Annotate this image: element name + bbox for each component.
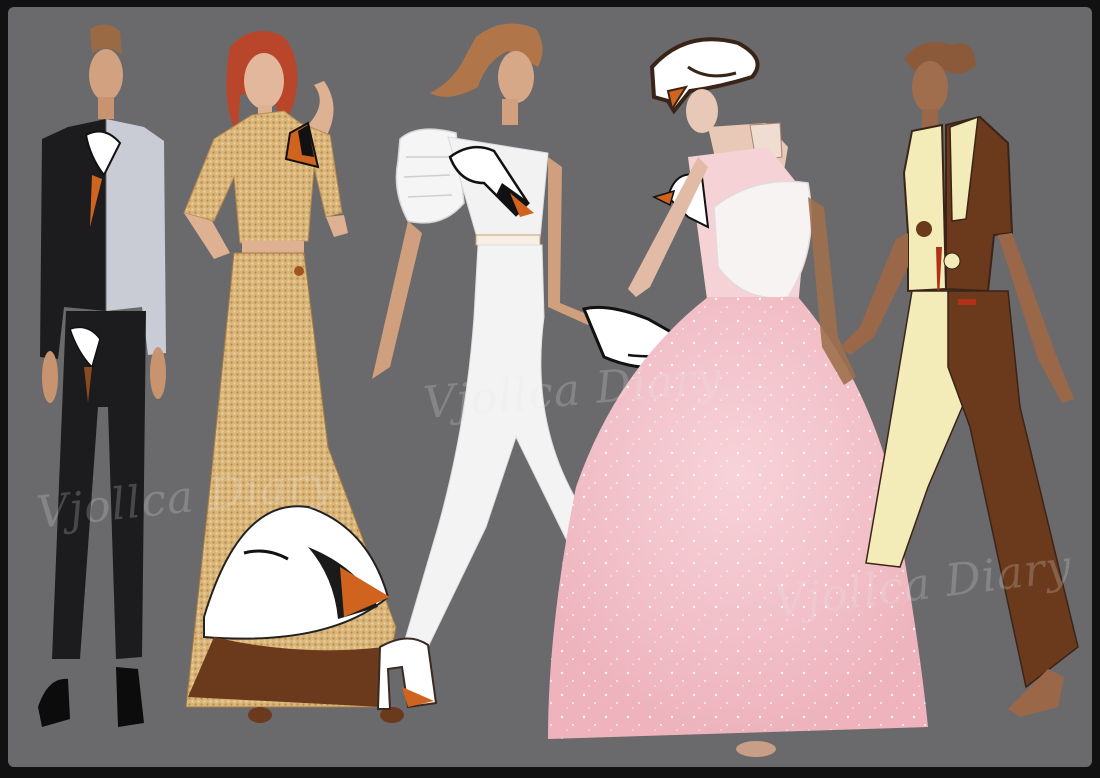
illustration-canvas: Vjollca Diary Vjollca Diary Vjollca Diar… (8, 7, 1092, 767)
trousers-brown (947, 290, 1079, 689)
figure-1 (38, 24, 166, 727)
face (686, 89, 718, 133)
belt (475, 234, 541, 246)
trousers (52, 311, 146, 659)
figure-2 (183, 30, 404, 723)
face (912, 61, 948, 113)
neck (98, 97, 114, 119)
fashion-illustration (38, 23, 1079, 757)
face (244, 53, 284, 109)
right-shoe (116, 667, 144, 727)
left-shoe (38, 678, 70, 727)
face (89, 49, 123, 101)
figure-4 (548, 37, 928, 757)
face (498, 51, 534, 103)
